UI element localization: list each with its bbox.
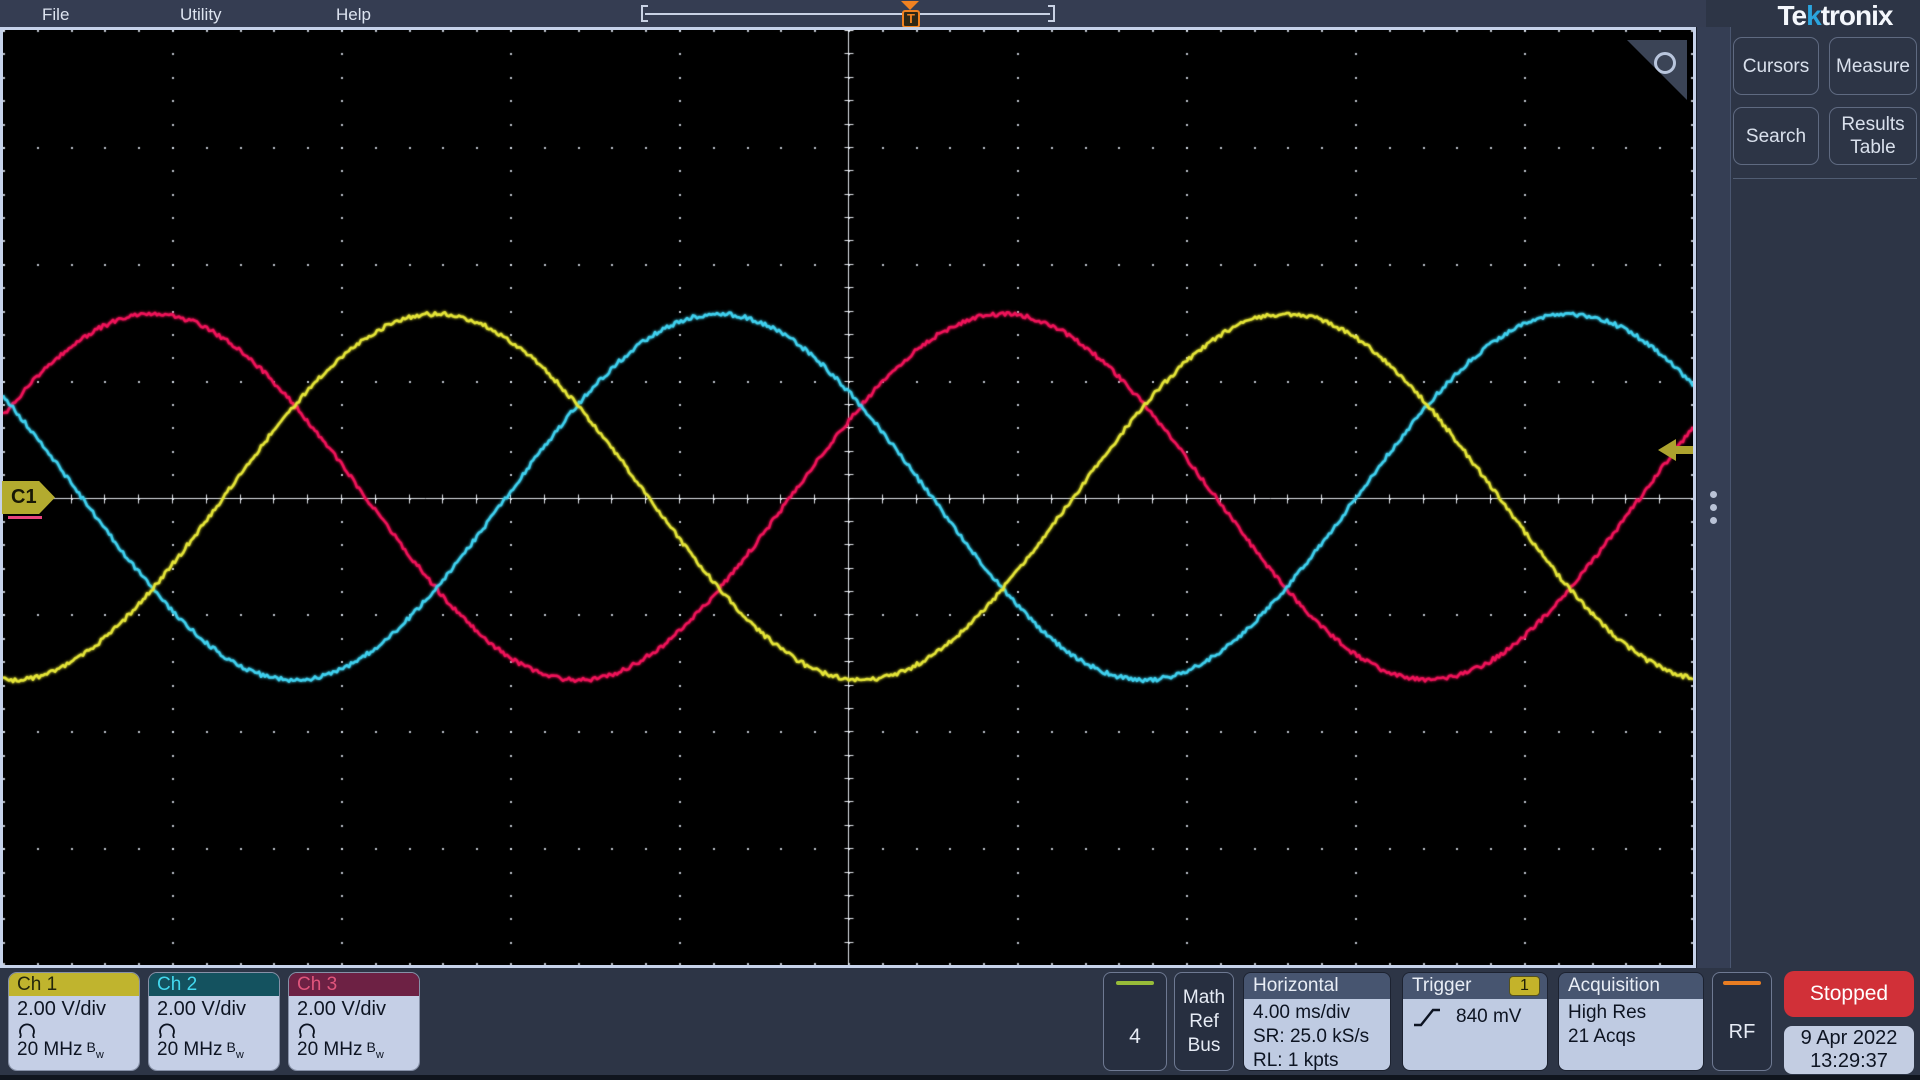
- rf-accent-line: [1723, 981, 1761, 985]
- channel-2-label: Ch 2: [149, 973, 279, 996]
- horizontal-position-bar[interactable]: [645, 13, 1050, 15]
- trigger-panel[interactable]: Trigger 1 840 mV: [1402, 972, 1548, 1071]
- channel-1-label: Ch 1: [9, 973, 139, 996]
- side-panel-divider: [1733, 178, 1917, 179]
- acquisition-panel-title: Acquisition: [1559, 973, 1703, 999]
- channel-2-bandwidth: 20 MHz: [157, 1039, 223, 1060]
- bandwidth-limit-icon: B: [366, 1039, 376, 1055]
- bottom-edge: [0, 1075, 1920, 1080]
- channel-3-badge[interactable]: Ch 3 2.00 V/div 20 MHz Bw: [288, 972, 420, 1071]
- channel-3-scale: 2.00 V/div: [297, 998, 386, 1020]
- menu-item-utility[interactable]: Utility: [180, 0, 222, 30]
- add-channel-4-button[interactable]: 4: [1103, 972, 1167, 1071]
- acquisition-panel[interactable]: Acquisition High Res 21 Acqs: [1558, 972, 1704, 1071]
- rising-edge-icon: [1414, 1008, 1440, 1027]
- channel-2-badge[interactable]: Ch 2 2.00 V/div 20 MHz Bw: [148, 972, 280, 1071]
- record-length: RL: 1 kpts: [1253, 1050, 1339, 1071]
- channel-3-bandwidth: 20 MHz: [297, 1039, 363, 1060]
- channel-1-bandwidth: 20 MHz: [17, 1039, 83, 1060]
- probe-icon: [157, 1022, 279, 1039]
- results-table-button[interactable]: Results Table: [1829, 107, 1917, 165]
- rf-button[interactable]: RF: [1712, 972, 1772, 1071]
- datetime-display: 9 Apr 2022 13:29:37: [1784, 1026, 1914, 1074]
- trigger-level-value: 840 mV: [1456, 1006, 1522, 1027]
- channel-2-scale: 2.00 V/div: [157, 998, 246, 1020]
- menu-bar: File Utility Help: [0, 0, 1706, 30]
- trigger-panel-title: Trigger: [1412, 975, 1472, 996]
- measure-button[interactable]: Measure: [1829, 37, 1917, 95]
- acquisition-mode: High Res: [1568, 1002, 1647, 1023]
- trigger-source-badge: 1: [1509, 976, 1540, 996]
- waveform-display[interactable]: [3, 30, 1693, 965]
- rf-label: RF: [1728, 1021, 1756, 1043]
- bandwidth-limit-icon: B: [86, 1039, 96, 1055]
- time-label: 13:29:37: [1810, 1050, 1888, 1072]
- sample-rate: SR: 25.0 kS/s: [1253, 1026, 1370, 1047]
- channel-3-reference-marker: [8, 516, 42, 519]
- channel-4-accent-line: [1116, 981, 1154, 985]
- channel-1-badge[interactable]: Ch 1 2.00 V/div 20 MHz Bw: [8, 972, 140, 1071]
- acquisition-count: 21 Acqs: [1568, 1026, 1636, 1047]
- menu-item-help[interactable]: Help: [336, 0, 371, 30]
- horizontal-panel[interactable]: Horizontal 4.00 ms/div SR: 25.0 kS/s RL:…: [1243, 972, 1391, 1071]
- math-ref-bus-button[interactable]: Math Ref Bus: [1174, 972, 1234, 1071]
- menu-item-file[interactable]: File: [42, 0, 69, 30]
- bandwidth-limit-icon: B: [226, 1039, 236, 1055]
- oscilloscope-screen: File Utility Help T C1 Tektronix Cursors…: [0, 0, 1920, 1080]
- channel-1-scale: 2.00 V/div: [17, 998, 106, 1020]
- trigger-level-marker[interactable]: [1658, 438, 1694, 462]
- cursors-button[interactable]: Cursors: [1733, 37, 1819, 95]
- channel-4-label: 4: [1129, 1025, 1141, 1048]
- search-button[interactable]: Search: [1733, 107, 1819, 165]
- probe-icon: [17, 1022, 139, 1039]
- horizontal-scale: 4.00 ms/div: [1253, 1002, 1351, 1023]
- date-label: 9 Apr 2022: [1800, 1027, 1898, 1049]
- tektronix-logo: Tektronix: [1777, 0, 1894, 31]
- trigger-position-arrow-icon[interactable]: [901, 1, 919, 10]
- probe-icon: [297, 1022, 419, 1039]
- position-bar-right-bracket: [1048, 5, 1055, 22]
- horizontal-panel-title: Horizontal: [1244, 973, 1390, 999]
- channel-3-label: Ch 3: [289, 973, 419, 996]
- acquisition-status-badge[interactable]: Stopped: [1784, 971, 1914, 1017]
